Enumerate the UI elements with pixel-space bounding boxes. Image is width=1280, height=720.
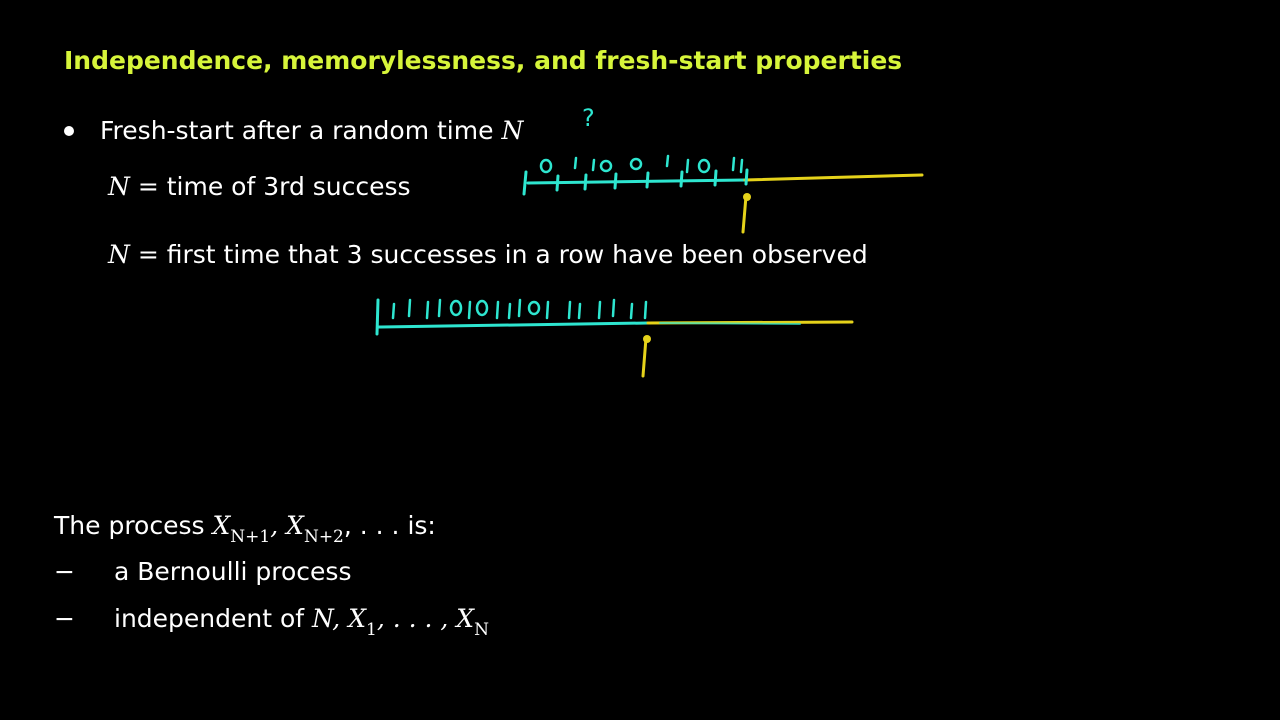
sketch1-start-tick [522,170,528,196]
conclusion-heading: The process XN+1, XN+2, . . . is: [54,511,436,547]
item1-text: a Bernoulli process [114,557,352,586]
item1-dash: − [54,557,75,586]
def2-var: N [108,240,130,269]
sketch2-arrow-head [643,335,651,343]
sketch2-axis-overlap [659,322,801,325]
sketch1-outcome-marks [539,154,744,174]
def2-eq: = [137,240,159,269]
item2-sub1: 1 [366,620,377,640]
sketch2-arrow [641,336,648,378]
sketch1-axis-yellow [743,173,924,182]
item2-text: independent of [114,604,305,633]
conclusion-intro: The process [54,511,205,540]
sketch-third-success [522,154,924,234]
bullet-text: Fresh-start after a random time [100,116,494,145]
definition-third-success: N = time of 3rd success [108,172,411,201]
slide: Independence, memorylessness, and fresh-… [0,0,1280,720]
definition-three-in-a-row: N = first time that 3 successes in a row… [108,240,868,269]
sketch1-axis-cyan [526,178,747,185]
conclusion-sub2: N+2 [303,527,344,547]
item2-sub2: N [474,620,489,640]
item2-math: N, X [312,604,366,633]
sketch-three-in-a-row [375,298,854,378]
item2-dash: − [54,604,75,633]
conclusion-x1: X [212,511,231,540]
def1-eq: = [137,172,159,201]
conclusion-tail: , . . . is: [343,511,436,540]
conclusion-sub1: N+1 [230,527,271,547]
def1-var: N [108,172,130,201]
slide-title: Independence, memorylessness, and fresh-… [64,46,903,75]
question-annotation: ? [582,104,595,132]
def1-text: time of 3rd success [166,172,411,201]
sketch2-start-tick [375,298,380,336]
bullet-fresh-start: Fresh-start after a random time N [100,116,523,145]
sketch2-outcome-marks [391,298,648,320]
bullet-var-n: N [501,116,524,145]
def2-text: first time that 3 successes in a row hav… [166,240,868,269]
item2-dots: , . . . , X [376,604,475,633]
sketch1-slot-ticks [555,168,749,192]
sketch2-axis-yellow [646,320,854,325]
conclusion-item-independent: − independent of N, X1, . . . , XN [54,604,489,640]
conclusion-item-bernoulli: − a Bernoulli process [54,557,351,586]
sketch1-arrow-head [743,193,751,201]
sketch1-arrow [741,194,748,234]
bullet-dot [64,126,74,136]
conclusion-x2: X [286,511,304,540]
sketch2-axis-cyan [376,321,650,329]
